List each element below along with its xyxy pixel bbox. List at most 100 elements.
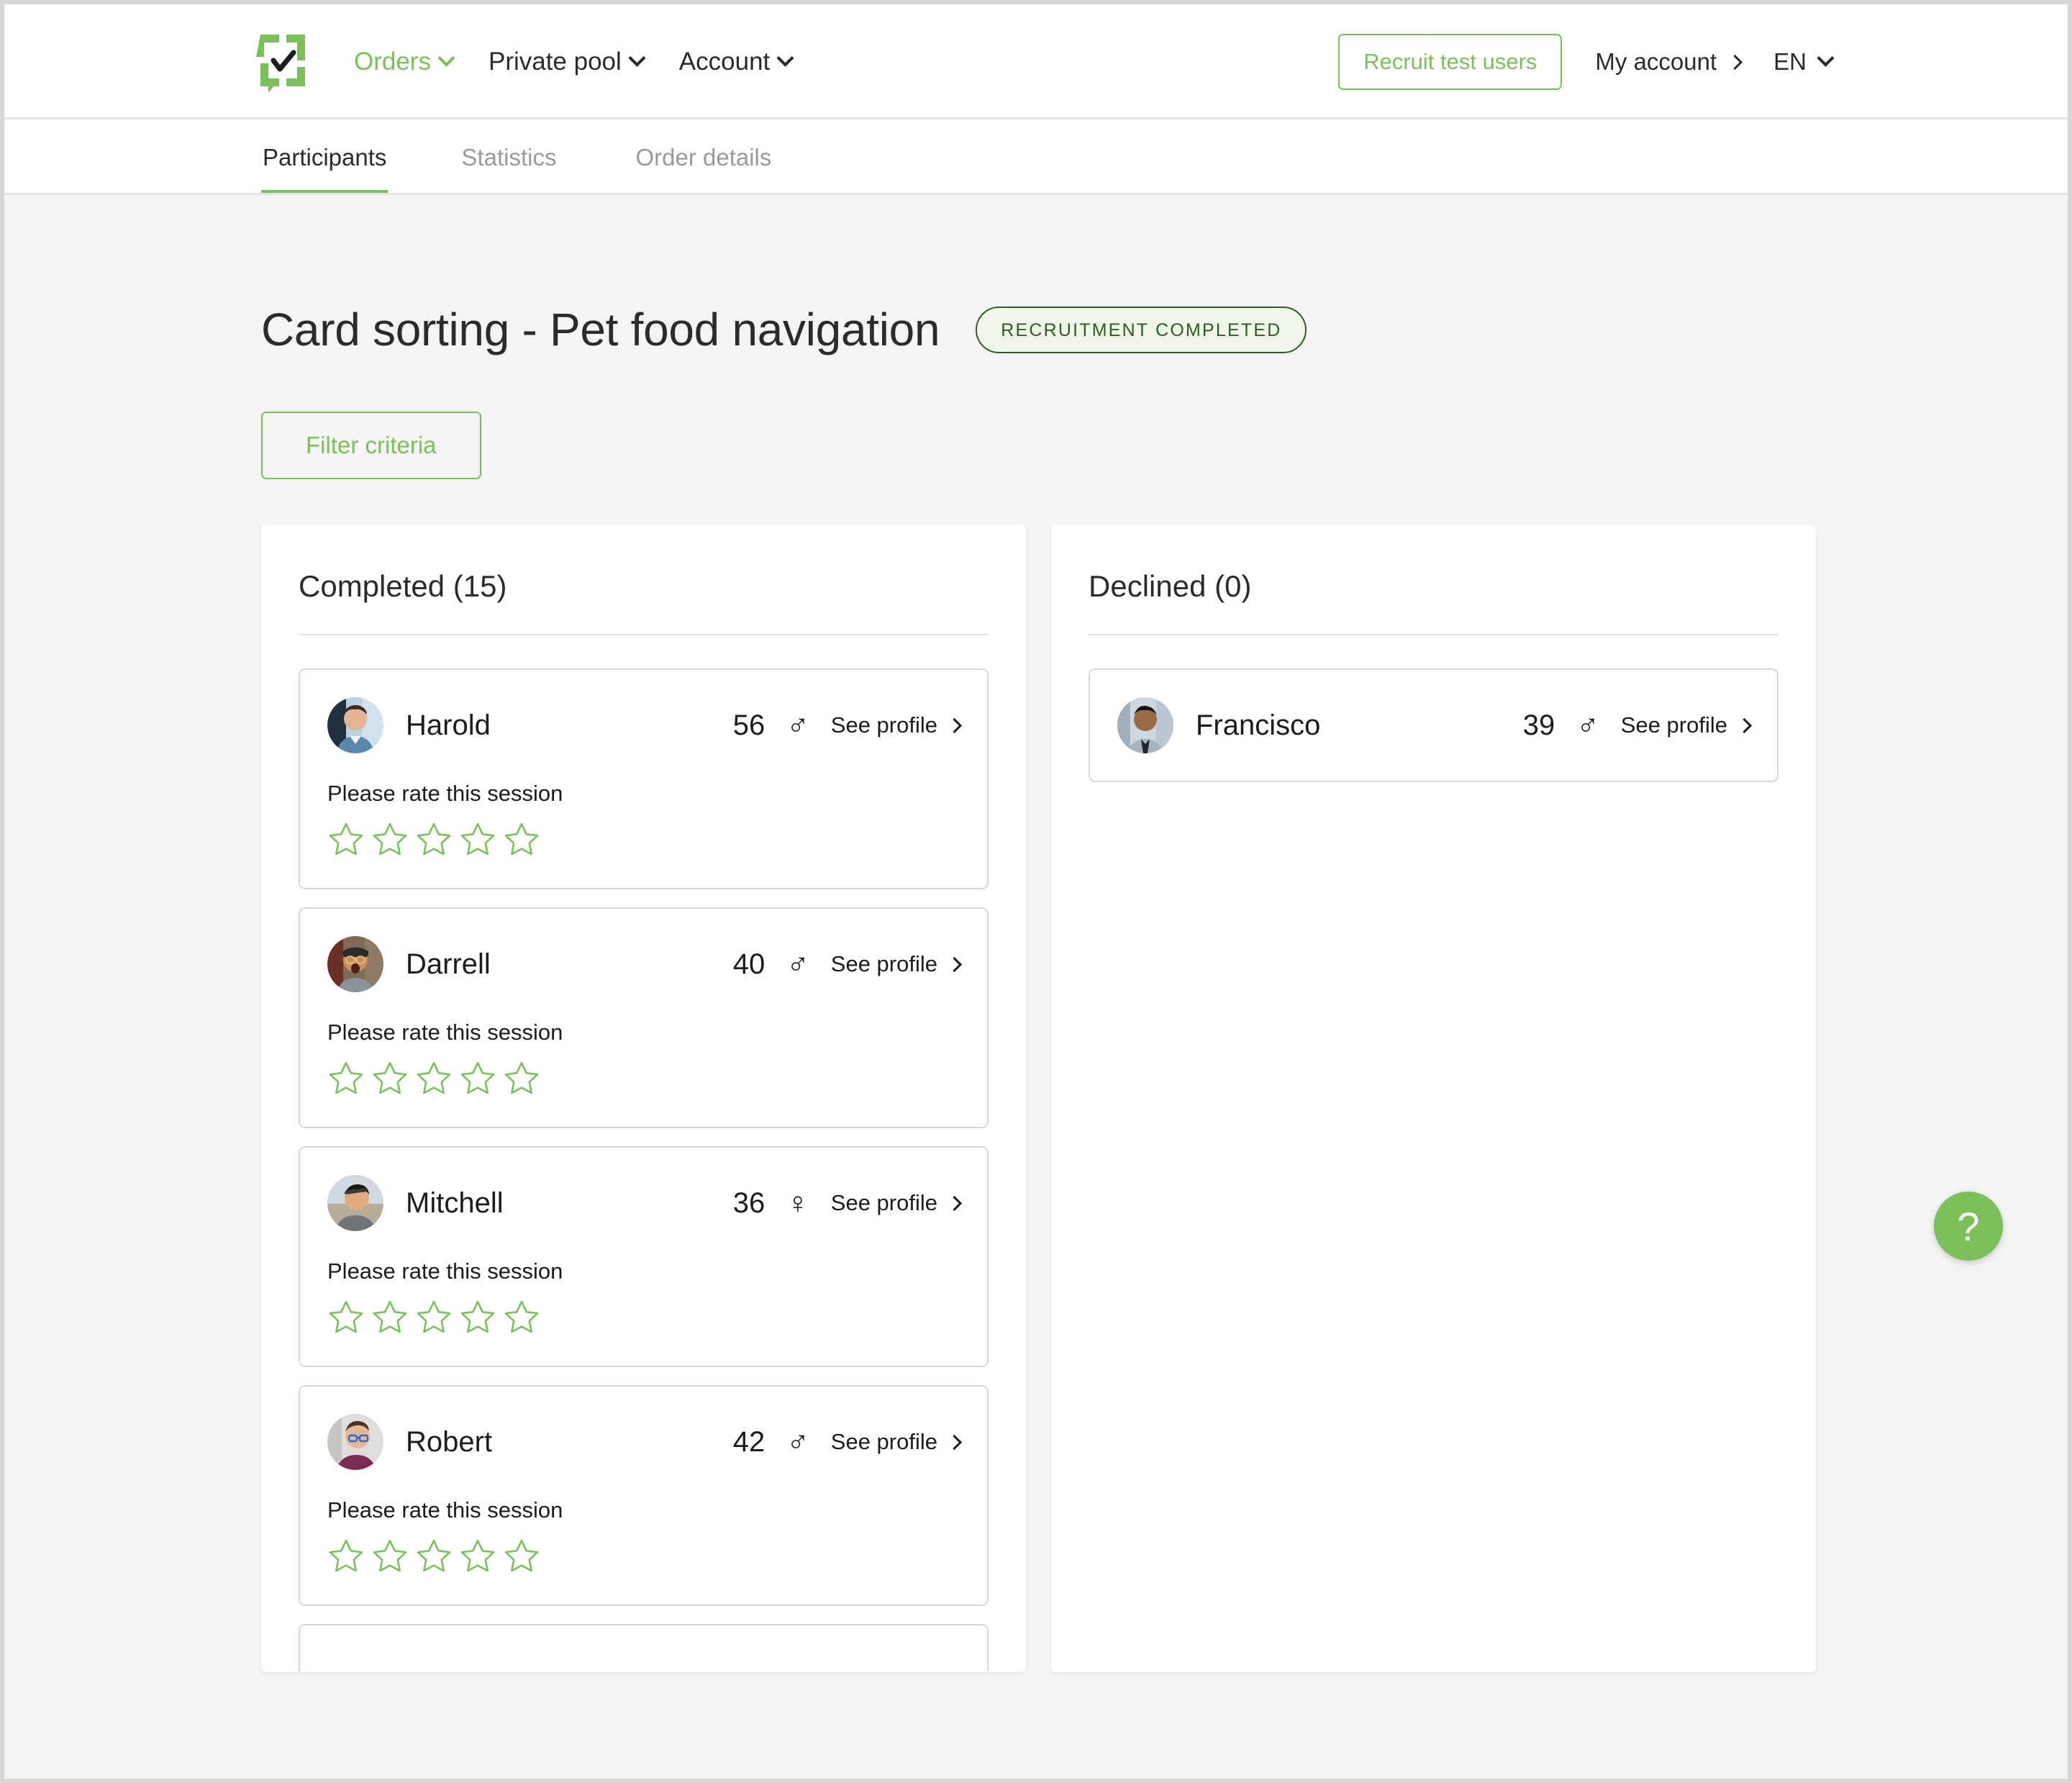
see-profile-link[interactable]: See profile (831, 712, 963, 738)
tab-order-details-label: Order details (635, 143, 772, 171)
avatar (1117, 697, 1173, 753)
completed-participant-list: Harold 56 ♂ See profile Please rate this… (299, 668, 989, 1671)
divider (1089, 634, 1778, 635)
declined-participant-list: Francisco 39 ♂ See profile (1089, 668, 1778, 782)
star-icon[interactable] (327, 1298, 365, 1335)
participants-columns: Completed (15) Harold 56 ♂ See profile P… (261, 525, 2068, 1672)
see-profile-label: See profile (830, 1429, 937, 1454)
star-icon[interactable] (327, 1059, 365, 1097)
star-icon[interactable] (327, 1537, 365, 1574)
star-rating-mitchell[interactable] (327, 1298, 960, 1335)
language-selector[interactable]: EN (1773, 48, 1835, 76)
participant-age: 42 (732, 1425, 765, 1458)
nav-item-account[interactable]: Account (678, 47, 794, 76)
participant-meta: 56 ♂ See profile (732, 708, 963, 742)
participant-age: 56 (732, 709, 765, 741)
participant-meta: 42 ♂ See profile (732, 1425, 963, 1458)
chevron-down-icon (776, 49, 794, 67)
star-icon[interactable] (371, 820, 409, 858)
star-rating-darrell[interactable] (327, 1059, 960, 1097)
star-icon[interactable] (459, 1537, 496, 1574)
participant-meta: 36 ♀ See profile (732, 1186, 963, 1220)
chevron-down-icon (628, 49, 646, 67)
see-profile-label: See profile (1620, 712, 1727, 738)
rate-session-label: Please rate this session (327, 1020, 563, 1045)
main-content: Card sorting - Pet food navigation RECRU… (4, 195, 2068, 1779)
tab-statistics[interactable]: Statistics (460, 119, 558, 195)
declined-panel-title: Declined (0) (1089, 569, 1252, 603)
completed-panel: Completed (15) Harold 56 ♂ See profile P… (261, 525, 1026, 1672)
participant-card[interactable]: Francisco 39 ♂ See profile (1089, 668, 1778, 782)
see-profile-link[interactable]: See profile (1620, 712, 1753, 738)
star-icon[interactable] (415, 1298, 453, 1335)
star-icon[interactable] (459, 820, 496, 858)
participant-age: 40 (732, 948, 765, 980)
participant-card-partial[interactable] (299, 1624, 989, 1671)
participant-name: Harold (406, 709, 491, 741)
top-navigation-right: Recruit test users My account EN (1338, 34, 2068, 90)
declined-panel: Declined (0) Francisco 39 ♂ See profile (1051, 525, 1816, 1672)
nav-item-orders[interactable]: Orders (354, 47, 455, 76)
chevron-right-icon (1736, 717, 1753, 733)
avatar-photo-darrell (327, 936, 383, 992)
gender-male-icon: ♂ (786, 708, 809, 742)
star-icon[interactable] (415, 1537, 453, 1574)
see-profile-link[interactable]: See profile (830, 1429, 963, 1455)
star-icon[interactable] (503, 1298, 540, 1335)
speech-bubble-check-logo-icon[interactable] (256, 31, 309, 93)
star-icon[interactable] (371, 1059, 409, 1097)
nav-item-private-pool[interactable]: Private pool (489, 47, 646, 76)
star-icon[interactable] (503, 820, 540, 858)
participant-age: 36 (732, 1187, 765, 1219)
participant-card[interactable]: Harold 56 ♂ See profile Please rate this… (299, 668, 989, 889)
participant-card[interactable]: Mitchell 36 ♀ See profile Please rate th… (299, 1146, 989, 1367)
star-icon[interactable] (415, 820, 453, 858)
gender-male-icon: ♂ (786, 947, 809, 981)
recruit-test-users-button[interactable]: Recruit test users (1338, 34, 1563, 90)
tab-statistics-label: Statistics (461, 143, 557, 171)
star-icon[interactable] (415, 1059, 453, 1097)
tab-participants[interactable]: Participants (261, 119, 388, 195)
my-account-label: My account (1595, 48, 1717, 75)
see-profile-link[interactable]: See profile (831, 951, 963, 977)
participant-card-header: Darrell 40 ♂ See profile (327, 936, 963, 992)
gender-female-icon: ♀ (786, 1186, 809, 1220)
star-icon[interactable] (371, 1537, 409, 1574)
star-icon[interactable] (327, 820, 365, 858)
participant-card[interactable]: Darrell 40 ♂ See profile Please rate thi… (299, 907, 989, 1128)
gender-male-icon: ♂ (786, 1425, 809, 1458)
nav-item-account-label: Account (678, 47, 771, 76)
participant-meta: 39 ♂ See profile (1523, 708, 1753, 742)
language-label: EN (1773, 48, 1807, 75)
participant-name: Francisco (1196, 709, 1321, 741)
star-icon[interactable] (459, 1059, 496, 1097)
rate-session-label: Please rate this session (327, 1258, 563, 1284)
gender-male-icon: ♂ (1576, 708, 1599, 742)
participant-meta: 40 ♂ See profile (732, 947, 963, 981)
chevron-right-icon (946, 1195, 963, 1211)
see-profile-link[interactable]: See profile (831, 1190, 963, 1216)
avatar (327, 697, 383, 753)
avatar-photo-robert (327, 1414, 383, 1470)
my-account-link[interactable]: My account (1595, 48, 1743, 76)
tab-order-details[interactable]: Order details (634, 119, 773, 195)
star-rating-robert[interactable] (327, 1537, 960, 1574)
star-rating-harold[interactable] (327, 820, 960, 858)
filter-criteria-button[interactable]: Filter criteria (261, 412, 481, 479)
avatar (327, 936, 383, 992)
participant-card[interactable]: Robert 42 ♂ See profile Please rate this… (299, 1385, 989, 1606)
chevron-down-icon (437, 49, 455, 67)
star-icon[interactable] (503, 1537, 540, 1574)
star-icon[interactable] (503, 1059, 540, 1097)
page-header: Card sorting - Pet food navigation RECRU… (261, 195, 2068, 356)
avatar (327, 1414, 383, 1470)
chevron-right-icon (946, 1434, 963, 1450)
star-icon[interactable] (371, 1298, 409, 1335)
star-icon[interactable] (459, 1298, 496, 1335)
participant-card-header: Mitchell 36 ♀ See profile (327, 1175, 963, 1231)
participant-name: Mitchell (406, 1187, 504, 1219)
chevron-right-icon (946, 956, 963, 972)
tab-bar: Participants Statistics Order details (4, 119, 2068, 195)
primary-nav-links: Orders Private pool Account (354, 47, 794, 76)
help-button[interactable]: ? (1934, 1192, 2003, 1261)
